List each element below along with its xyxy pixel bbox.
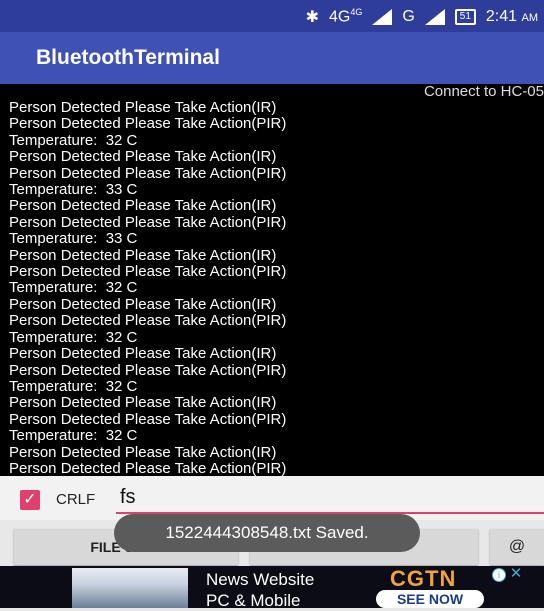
terminal-line: Person Detected Please Take Action(PIR) [9, 263, 287, 281]
terminal-line: Person Detected Please Take Action(PIR) [9, 115, 287, 133]
terminal-line: Person Detected Please Take Action(IR) [9, 148, 277, 166]
app-title: BluetoothTerminal [36, 46, 220, 69]
terminal-lines: Person Detected Please Take Action(IR) Pe… [9, 99, 287, 476]
terminal-line: Person Detected Please Take Action(PIR) [9, 361, 287, 379]
terminal-line: Person Detected Please Take Action(PIR) [9, 164, 287, 182]
terminal-line: Temperature: 32 C [9, 427, 138, 445]
terminal-line: Temperature: 32 C [9, 131, 138, 149]
connection-status: Connect to HC-05 [423, 84, 544, 100]
clock: 2:41 AM [485, 8, 538, 25]
app-bar: BluetoothTerminal [0, 32, 544, 84]
bluetooth-icon: ✱ [305, 9, 319, 26]
signal-icon [372, 9, 393, 25]
ad-brand-logo: CGTN [390, 566, 457, 591]
network-label: 4G4G [328, 7, 363, 26]
terminal-line: Person Detected Please Take Action(IR) [9, 394, 277, 412]
network2-label: G [402, 8, 415, 25]
signal2-icon [424, 9, 445, 25]
terminal-line: Person Detected Please Take Action(PIR) [9, 410, 287, 428]
ad-subline: PC & Mobile [206, 591, 301, 610]
command-input[interactable] [116, 482, 544, 514]
ad-headline: News Website [206, 570, 315, 589]
terminal-line: Person Detected Please Take Action(IR) [9, 99, 277, 116]
terminal-line: Temperature: 32 C [9, 279, 138, 297]
ad-cta-button[interactable]: SEE NOW [376, 590, 484, 608]
battery-icon: 51 [454, 9, 476, 25]
terminal-line: Person Detected Please Take Action(IR) [9, 246, 277, 264]
close-icon[interactable]: ✕ [508, 566, 524, 582]
terminal-line: Person Detected Please Take Action(IR) [9, 345, 277, 363]
crlf-label: CRLF [56, 491, 96, 508]
info-icon[interactable]: i [492, 568, 506, 582]
terminal-line: Person Detected Please Take Action(PIR) [9, 312, 287, 330]
terminal-line: Person Detected Please Take Action(IR) [9, 295, 277, 313]
terminal-line: Temperature: 33 C [9, 181, 138, 199]
terminal-line: Person Detected Please Take Action(IR) [9, 197, 277, 215]
terminal-line: Person Detected Please Take Action(PIR) [9, 459, 287, 476]
at-button[interactable]: @ [490, 529, 544, 565]
toast-message: 1522444308548.txt Saved. [114, 514, 420, 552]
checkmark-icon: ✓ [23, 491, 37, 508]
terminal-line: Temperature: 32 C [9, 377, 138, 395]
terminal-line: Person Detected Please Take Action(PIR) [9, 213, 287, 231]
ad-thumbnail [72, 568, 188, 608]
status-bar: ✱ 4G4G G 51 2:41 AM [0, 0, 544, 32]
ad-banner[interactable]: News Website PC & Mobile CGTN SEE NOW i … [0, 566, 544, 610]
terminal-line: Temperature: 33 C [9, 230, 138, 248]
terminal-line: Person Detected Please Take Action(IR) [9, 443, 277, 461]
crlf-checkbox[interactable]: ✓ [20, 490, 40, 510]
terminal-line: Temperature: 32 C [9, 328, 138, 346]
terminal-output[interactable]: Connect to HC-05 Person Detected Please … [0, 84, 544, 476]
